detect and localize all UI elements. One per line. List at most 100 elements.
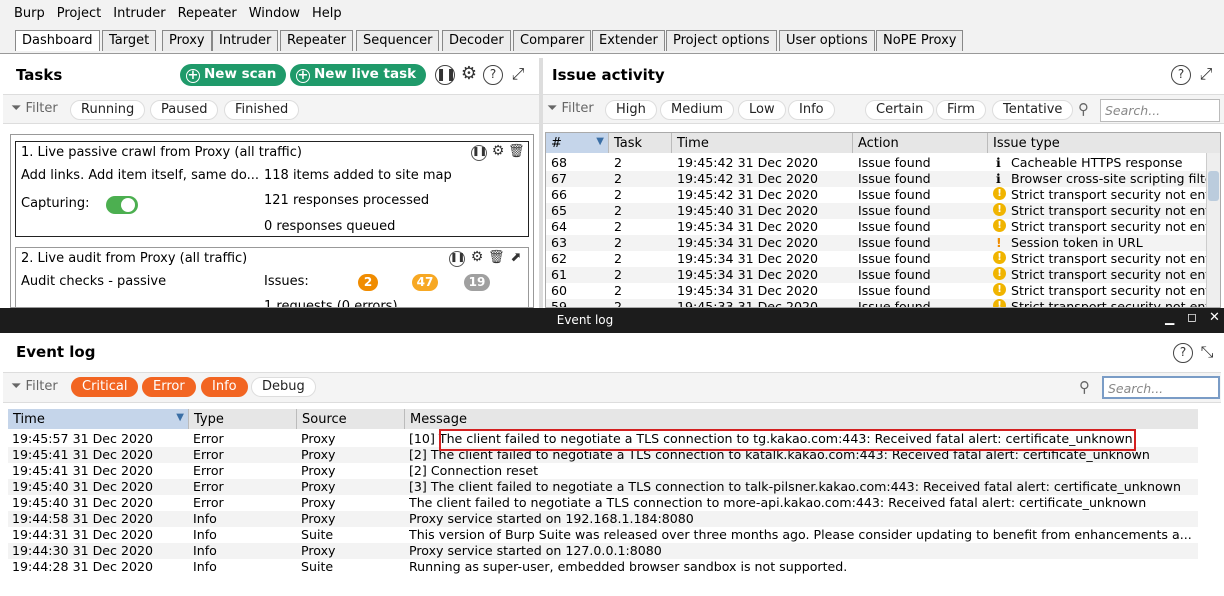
event-row[interactable]: 19:44:28 31 Dec 2020 Info Suite Running as … xyxy=(8,559,1198,575)
badge-medium[interactable]: 47 xyxy=(412,274,438,291)
tab-comparer[interactable]: Comparer xyxy=(513,30,592,51)
filter-icon: ⏷ xyxy=(11,101,22,116)
close-icon[interactable]: ✕ xyxy=(1209,310,1220,325)
col-time[interactable]: Time xyxy=(672,133,853,153)
filter-high[interactable]: High xyxy=(605,100,657,120)
new-live-task-button[interactable]: + New live task xyxy=(290,64,427,86)
help-icon[interactable]: ? xyxy=(483,65,503,85)
tab-dashboard[interactable]: Dashboard xyxy=(15,30,100,51)
col-number[interactable]: # ▼ xyxy=(546,133,609,153)
event-row[interactable]: 19:44:31 31 Dec 2020 Info Suite This versio… xyxy=(8,527,1198,543)
minimize-icon[interactable]: ▁ xyxy=(1165,311,1174,325)
filter-paused[interactable]: Paused xyxy=(150,100,219,120)
scrollbar-thumb[interactable] xyxy=(1208,171,1219,201)
expand-icon[interactable]: ⤢ xyxy=(508,65,528,85)
tab-extender[interactable]: Extender xyxy=(592,30,665,51)
col-type[interactable]: Type xyxy=(189,409,297,429)
expand-icon[interactable]: ⤢ xyxy=(1196,65,1216,85)
badge-high[interactable]: 2 xyxy=(358,274,378,291)
tab-user-options[interactable]: User options xyxy=(779,30,875,51)
eventlog-filter[interactable]: ⏷ Filter xyxy=(11,379,58,394)
col-task[interactable]: Task xyxy=(609,133,672,153)
tab-target[interactable]: Target xyxy=(102,30,157,51)
menu-project[interactable]: Project xyxy=(51,6,107,21)
filter-finished[interactable]: Finished xyxy=(224,100,300,120)
col-time[interactable]: Time ▼ xyxy=(8,409,189,429)
gear-icon[interactable]: ⚙ xyxy=(490,144,506,161)
filter-info[interactable]: Info xyxy=(788,100,835,120)
issue-row[interactable]: 62 2 19:45:34 31 Dec 2020 Issue found! Stric… xyxy=(546,251,1210,267)
task-card-2[interactable]: 2. Live audit from Proxy (all traffic) ❚… xyxy=(15,247,529,307)
col-message[interactable]: Message xyxy=(405,409,1198,429)
issue-row[interactable]: 65 2 19:45:40 31 Dec 2020 Issue found! Stric… xyxy=(546,203,1210,219)
collapse-icon[interactable]: ⤡ xyxy=(1197,343,1217,363)
menu-burp[interactable]: Burp xyxy=(8,6,51,21)
issue-type: Strict transport security not enf xyxy=(1011,267,1210,282)
maximize-icon[interactable]: ◻ xyxy=(1187,310,1197,324)
trash-icon[interactable]: 🗑 xyxy=(508,145,525,161)
menu-window[interactable]: Window xyxy=(243,6,306,21)
help-icon[interactable]: ? xyxy=(1171,65,1191,85)
issues-search-input[interactable]: Search... xyxy=(1100,99,1220,122)
filter-critical[interactable]: Critical xyxy=(71,377,139,397)
filter-running[interactable]: Running xyxy=(70,100,146,120)
issue-time: 19:45:42 31 Dec 2020 xyxy=(677,171,819,186)
issues-filter[interactable]: ⏷ Filter xyxy=(547,101,594,116)
tab-proxy[interactable]: Proxy xyxy=(162,30,212,51)
menu-help[interactable]: Help xyxy=(306,6,348,21)
badge-info[interactable]: 19 xyxy=(464,274,490,291)
issues-scrollbar[interactable] xyxy=(1206,153,1220,307)
event-source: Suite xyxy=(301,527,334,542)
gear-icon[interactable]: ⚙ xyxy=(459,65,479,85)
filter-tentative[interactable]: Tentative xyxy=(992,100,1074,120)
event-row[interactable]: 19:45:41 31 Dec 2020 Error Proxy [2] Connec… xyxy=(8,463,1198,479)
pause-icon[interactable]: ❚❚ xyxy=(471,145,487,161)
tab-intruder[interactable]: Intruder xyxy=(212,30,279,51)
event-row[interactable]: 19:44:58 31 Dec 2020 Info Proxy Proxy servi… xyxy=(8,511,1198,527)
capturing-toggle[interactable] xyxy=(106,196,138,214)
col-action[interactable]: Action xyxy=(853,133,988,153)
toggle-knob xyxy=(121,198,135,212)
tab-decoder[interactable]: Decoder xyxy=(442,30,511,51)
event-row[interactable]: 19:44:30 31 Dec 2020 Info Proxy Proxy servi… xyxy=(8,543,1198,559)
issue-row[interactable]: 59 2 19:45:33 31 Dec 2020 Issue found! Stric… xyxy=(546,299,1210,307)
warning-icon: ! xyxy=(993,187,1006,200)
filter-certain[interactable]: Certain xyxy=(865,100,935,120)
event-row[interactable]: 19:45:40 31 Dec 2020 Error Proxy The client… xyxy=(8,495,1198,511)
tab-repeater[interactable]: Repeater xyxy=(280,30,354,51)
filter-firm[interactable]: Firm xyxy=(936,100,986,120)
menu-intruder[interactable]: Intruder xyxy=(107,6,171,21)
tab-project-options[interactable]: Project options xyxy=(666,30,777,51)
filter-error[interactable]: Error xyxy=(142,377,196,397)
message-text: This version of Burp Suite was released … xyxy=(409,527,1192,542)
issue-task: 2 xyxy=(614,251,623,266)
pause-icon[interactable]: ❚❚ xyxy=(449,251,465,267)
issue-row[interactable]: 63 2 19:45:34 31 Dec 2020 Issue found! Sessi… xyxy=(546,235,1208,251)
new-scan-button[interactable]: + New scan xyxy=(180,64,287,86)
menu-repeater[interactable]: Repeater xyxy=(172,6,243,21)
tasks-filter[interactable]: ⏷ Filter xyxy=(11,101,58,116)
issue-row[interactable]: 60 2 19:45:34 31 Dec 2020 Issue found! Stric… xyxy=(546,283,1210,299)
filter-info[interactable]: Info xyxy=(201,377,248,397)
gear-icon[interactable]: ⚙ xyxy=(469,250,485,267)
open-icon[interactable]: ⬈ xyxy=(508,251,524,267)
col-issue-type[interactable]: Issue type xyxy=(988,133,1220,153)
trash-icon[interactable]: 🗑 xyxy=(488,251,505,267)
tasks-title: Tasks xyxy=(16,66,63,84)
filter-medium[interactable]: Medium xyxy=(660,100,734,120)
task-card-1[interactable]: 1. Live passive crawl from Proxy (all tr… xyxy=(15,141,529,237)
tab-sequencer[interactable]: Sequencer xyxy=(356,30,440,51)
event-row[interactable]: 19:45:40 31 Dec 2020 Error Proxy [3] The cl… xyxy=(8,479,1198,495)
issue-row[interactable]: 67 2 19:45:42 31 Dec 2020 Issue found ℹ Brows… xyxy=(546,171,1213,187)
help-icon[interactable]: ? xyxy=(1173,343,1193,363)
pause-icon[interactable]: ❚❚ xyxy=(435,65,456,85)
issue-row[interactable]: 68 2 19:45:42 31 Dec 2020 Issue found ℹ Cache… xyxy=(546,155,1208,171)
filter-debug[interactable]: Debug xyxy=(251,377,316,397)
tab-nope-proxy[interactable]: NoPE Proxy xyxy=(876,30,964,51)
eventlog-search-input[interactable]: Search... xyxy=(1102,376,1220,399)
col-source[interactable]: Source xyxy=(297,409,405,429)
issue-row[interactable]: 64 2 19:45:34 31 Dec 2020 Issue found! Stric… xyxy=(546,219,1210,235)
issue-row[interactable]: 61 2 19:45:34 31 Dec 2020 Issue found! Stric… xyxy=(546,267,1210,283)
issue-row[interactable]: 66 2 19:45:42 31 Dec 2020 Issue found! Stric… xyxy=(546,187,1210,203)
filter-low[interactable]: Low xyxy=(738,100,786,120)
